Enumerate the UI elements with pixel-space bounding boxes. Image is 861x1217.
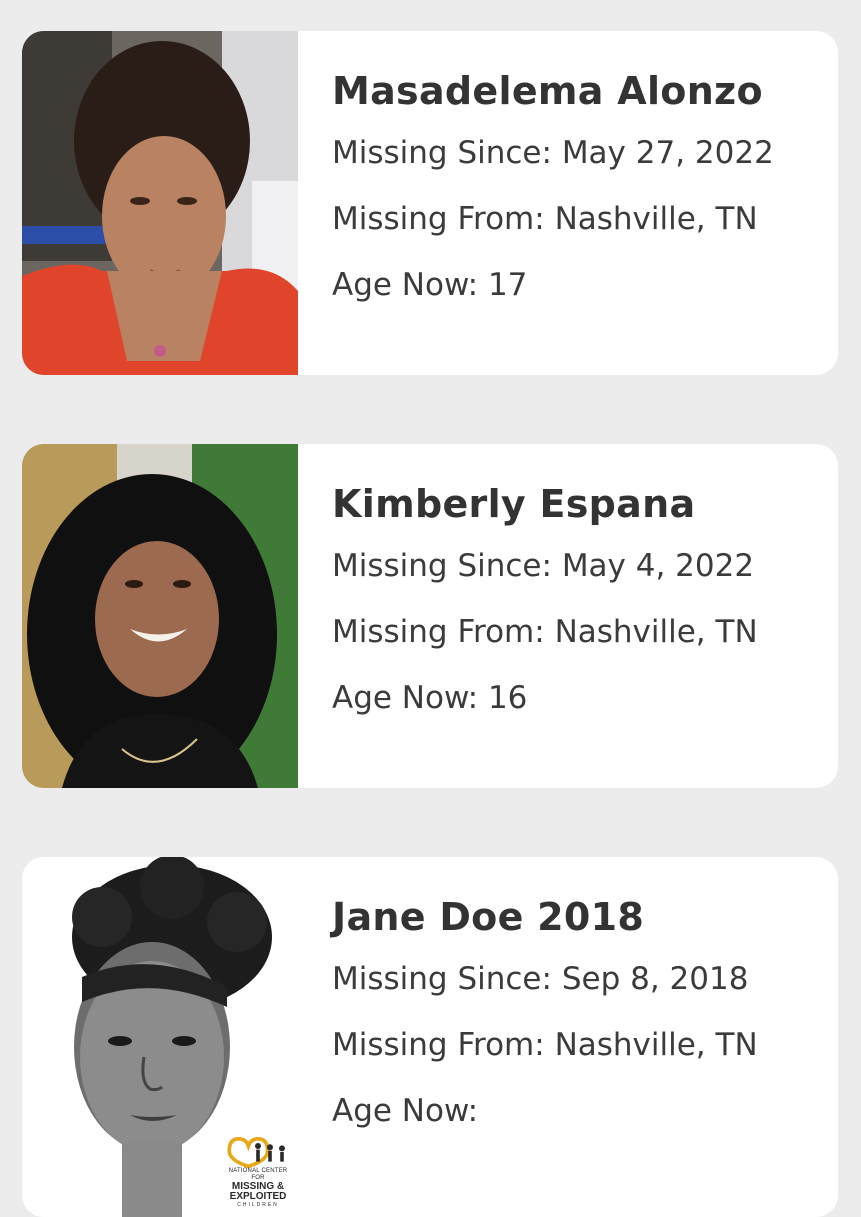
age-now-label: Age Now: bbox=[332, 267, 479, 303]
missing-since-label: Missing Since: bbox=[332, 961, 552, 997]
case-info: Masadelema Alonzo Missing Since: May 27,… bbox=[332, 67, 818, 331]
case-name[interactable]: Masadelema Alonzo bbox=[332, 67, 818, 115]
logo-line-4: CHILDREN bbox=[237, 1202, 279, 1208]
missing-from-label: Missing From: bbox=[332, 1027, 545, 1063]
missing-from-row: Missing From: Nashville, TN bbox=[332, 612, 818, 652]
case-info: Kimberly Espana Missing Since: May 4, 20… bbox=[332, 480, 818, 744]
missing-since-row: Missing Since: May 4, 2022 bbox=[332, 546, 818, 586]
case-sketch: NATIONAL CENTER FOR MISSING & EXPLOITED … bbox=[22, 857, 298, 1217]
logo-line-3: EXPLOITED bbox=[229, 1191, 287, 1202]
missing-from-label: Missing From: bbox=[332, 201, 545, 237]
age-now-label: Age Now: bbox=[332, 1093, 479, 1129]
missing-from-value: Nashville, TN bbox=[554, 1027, 758, 1063]
case-name[interactable]: Kimberly Espana bbox=[332, 480, 818, 528]
missing-since-value: Sep 8, 2018 bbox=[561, 961, 749, 997]
missing-from-value: Nashville, TN bbox=[554, 201, 758, 237]
case-photo bbox=[22, 444, 298, 788]
age-now-label: Age Now: bbox=[332, 680, 479, 716]
ncmec-emblem-icon bbox=[227, 1137, 285, 1168]
ncmec-logo: NATIONAL CENTER FOR MISSING & EXPLOITED … bbox=[222, 1134, 294, 1209]
age-now-row: Age Now: bbox=[332, 1091, 818, 1131]
case-card[interactable]: Masadelema Alonzo Missing Since: May 27,… bbox=[22, 31, 838, 375]
missing-since-label: Missing Since: bbox=[332, 135, 552, 171]
age-now-value: 16 bbox=[487, 680, 528, 716]
age-now-row: Age Now: 17 bbox=[332, 265, 818, 305]
missing-since-value: May 4, 2022 bbox=[561, 548, 755, 584]
missing-from-value: Nashville, TN bbox=[554, 614, 758, 650]
missing-since-label: Missing Since: bbox=[332, 548, 552, 584]
missing-since-row: Missing Since: Sep 8, 2018 bbox=[332, 959, 818, 999]
missing-from-label: Missing From: bbox=[332, 614, 545, 650]
age-now-value: 17 bbox=[487, 267, 528, 303]
logo-line-1: NATIONAL CENTER FOR bbox=[228, 1168, 288, 1181]
missing-from-row: Missing From: Nashville, TN bbox=[332, 1025, 818, 1065]
missing-since-value: May 27, 2022 bbox=[561, 135, 774, 171]
missing-from-row: Missing From: Nashville, TN bbox=[332, 199, 818, 239]
case-card[interactable]: NATIONAL CENTER FOR MISSING & EXPLOITED … bbox=[22, 857, 838, 1217]
case-name[interactable]: Jane Doe 2018 bbox=[332, 893, 818, 941]
case-card[interactable]: Kimberly Espana Missing Since: May 4, 20… bbox=[22, 444, 838, 788]
case-photo bbox=[22, 31, 298, 375]
case-info: Jane Doe 2018 Missing Since: Sep 8, 2018… bbox=[332, 893, 818, 1157]
missing-since-row: Missing Since: May 27, 2022 bbox=[332, 133, 818, 173]
age-now-row: Age Now: 16 bbox=[332, 678, 818, 718]
